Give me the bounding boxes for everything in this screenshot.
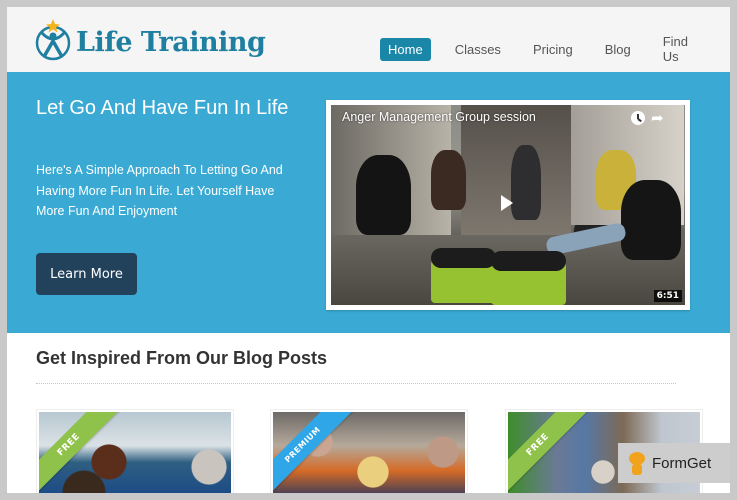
nav-item-find-us[interactable]: Find Us (655, 30, 714, 68)
blog-card[interactable]: PREMIUM (270, 409, 468, 493)
video-title[interactable]: Anger Management Group session (342, 110, 536, 124)
blog-card-image[interactable]: FREE (39, 412, 231, 493)
video-embed: Anger Management Group session ➦ 6:51 (326, 100, 690, 310)
logo-text: Life Training (76, 26, 266, 58)
clock-icon[interactable] (631, 111, 645, 125)
nav-item-home[interactable]: Home (380, 37, 431, 61)
page: Life Training Home Classes Pricing Blog … (7, 7, 730, 493)
formget-text: FormGet (652, 454, 712, 472)
free-ribbon: FREE (39, 412, 120, 493)
share-arrow-icon[interactable]: ➦ (651, 110, 669, 126)
logo[interactable]: Life Training (34, 17, 266, 61)
blog-card-image[interactable]: PREMIUM (273, 412, 465, 493)
nav-item-pricing[interactable]: Pricing (525, 38, 581, 61)
lion-mascot-icon (628, 450, 646, 476)
premium-ribbon: PREMIUM (273, 412, 354, 493)
formget-watermark: FormGet (618, 443, 730, 483)
section-divider (36, 383, 676, 384)
nav-item-blog[interactable]: Blog (597, 38, 639, 61)
logo-person-star-icon (35, 19, 71, 61)
play-icon[interactable] (501, 195, 513, 211)
hero-section: Let Go And Have Fun In Life Here's A Sim… (7, 72, 730, 333)
free-ribbon: FREE (508, 412, 589, 493)
nav-item-classes[interactable]: Classes (447, 38, 509, 61)
site-header: Life Training Home Classes Pricing Blog … (7, 7, 730, 72)
hero-title: Let Go And Have Fun In Life (36, 97, 289, 119)
hero-subtitle: Here's A Simple Approach To Letting Go A… (36, 163, 283, 218)
main-nav: Home Classes Pricing Blog Find Us (380, 30, 730, 68)
blog-heading: Get Inspired From Our Blog Posts (36, 348, 328, 368)
video-player[interactable]: Anger Management Group session ➦ 6:51 (331, 105, 685, 305)
video-duration: 6:51 (653, 290, 682, 302)
learn-more-button[interactable]: Learn More (36, 253, 137, 295)
blog-card[interactable]: FREE (36, 409, 234, 493)
